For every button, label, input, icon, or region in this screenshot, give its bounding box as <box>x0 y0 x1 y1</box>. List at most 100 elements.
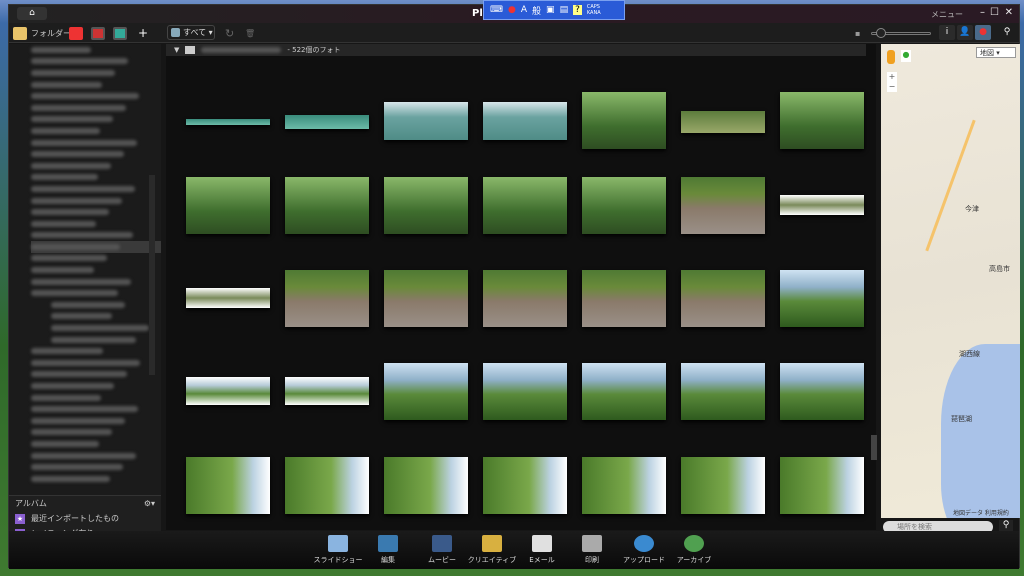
email-button[interactable]: Eメール <box>517 535 567 565</box>
photo-thumbnail[interactable] <box>285 115 369 129</box>
folder-item[interactable] <box>31 102 161 114</box>
photo-thumbnail[interactable] <box>285 377 369 405</box>
photo-thumbnail[interactable] <box>384 102 468 140</box>
minimize-button[interactable]: – <box>980 7 985 18</box>
folder-item[interactable] <box>31 67 161 79</box>
folder-item[interactable] <box>31 241 161 253</box>
photo-thumbnail[interactable] <box>285 270 369 327</box>
folder-item[interactable] <box>31 137 161 149</box>
photo-thumbnail[interactable] <box>285 177 369 234</box>
folder-item[interactable] <box>31 172 161 184</box>
folder-item[interactable] <box>31 195 161 207</box>
photo-thumbnail[interactable] <box>483 102 567 140</box>
ime-toolbar[interactable]: ⌨ ● A 般 ▣ ▤? CAPS KANA <box>483 0 625 20</box>
trash-button[interactable]: 🗑 <box>245 25 255 41</box>
people-panel-button[interactable]: 👤 <box>957 25 973 40</box>
keyboard-icon[interactable]: ⌨ <box>490 5 503 15</box>
folder-item[interactable] <box>31 79 161 91</box>
photo-thumbnail[interactable] <box>780 363 864 420</box>
folder-item[interactable] <box>31 322 161 334</box>
folder-item[interactable] <box>31 427 161 439</box>
photo-thumbnail[interactable] <box>384 270 468 327</box>
zoom-in-button[interactable]: + <box>887 72 897 82</box>
photo-thumbnail[interactable] <box>186 288 270 308</box>
folder-item[interactable] <box>31 380 161 392</box>
folder-item[interactable] <box>31 311 161 323</box>
folder-item[interactable] <box>31 334 161 346</box>
input-mode[interactable]: A <box>521 5 527 15</box>
map-panel[interactable]: 地図 ▾ ● + − 高島市 琵琶湖 湖西線 今津 地図データ 利用規約 <box>881 44 1020 518</box>
folder-item[interactable] <box>31 218 161 230</box>
photo-thumbnail[interactable] <box>780 457 864 514</box>
home-button[interactable]: ⌂ <box>17 7 47 20</box>
folder-item[interactable] <box>31 160 161 172</box>
info-button[interactable]: i <box>939 25 955 40</box>
photo-thumbnail[interactable] <box>582 270 666 327</box>
folder-item[interactable] <box>31 450 161 462</box>
folder-item[interactable] <box>31 438 161 450</box>
folder-item[interactable] <box>31 264 161 276</box>
photo-thumbnail[interactable] <box>285 457 369 514</box>
places-panel-button[interactable]: ● <box>975 25 991 40</box>
creative-button[interactable]: クリエイティブ <box>467 535 517 565</box>
slideshow-button[interactable]: スライドショー <box>313 535 363 565</box>
folder-item[interactable] <box>31 56 161 68</box>
photo-thumbnail[interactable] <box>186 119 270 125</box>
folder-header[interactable]: ▼ - 522個のフォト <box>166 44 866 56</box>
map-pin-icon[interactable]: ● <box>901 50 911 62</box>
photo-thumbnail[interactable] <box>483 270 567 327</box>
search-button[interactable]: ⚲ <box>999 25 1015 40</box>
folder-item[interactable] <box>31 125 161 137</box>
tool-icon[interactable]: ▤ <box>560 5 569 15</box>
folder-item[interactable] <box>31 206 161 218</box>
refresh-button[interactable]: ↻ <box>225 25 234 41</box>
folder-item[interactable] <box>31 148 161 160</box>
folder-item[interactable] <box>31 403 161 415</box>
collapse-icon[interactable]: ▼ <box>174 46 179 54</box>
photo-thumbnail[interactable] <box>582 92 666 149</box>
folder-item[interactable] <box>31 276 161 288</box>
photo-thumbnail[interactable] <box>582 457 666 514</box>
settings-gear-icon[interactable]: ⚙▾ <box>144 499 155 508</box>
photo-thumbnail[interactable] <box>483 363 567 420</box>
upload-button[interactable]: アップロード <box>619 535 669 565</box>
slider-knob[interactable] <box>876 28 886 38</box>
photo-thumbnail[interactable] <box>582 363 666 420</box>
thumbnail-size-slider[interactable] <box>871 28 931 38</box>
pegman-icon[interactable] <box>887 50 895 64</box>
folder-item[interactable] <box>31 415 161 427</box>
movie-button[interactable]: ムービー <box>417 535 467 565</box>
folder-item[interactable] <box>31 287 161 299</box>
album-item[interactable]: ★ 最近インポートしたもの <box>9 511 161 526</box>
folder-item[interactable] <box>31 357 161 369</box>
grid-scrollbar[interactable] <box>871 435 877 460</box>
map-attribution[interactable]: 地図データ 利用規約 <box>953 508 1009 517</box>
photo-thumbnail[interactable] <box>186 457 270 514</box>
folder-item[interactable] <box>31 369 161 381</box>
photo-thumbnail[interactable] <box>483 457 567 514</box>
photo-thumbnail[interactable] <box>681 363 765 420</box>
maximize-button[interactable]: ☐ <box>990 7 999 18</box>
edit-button[interactable]: 編集 <box>363 535 413 565</box>
menu-button[interactable]: メニュー <box>931 9 963 20</box>
tab-calendar[interactable] <box>69 25 83 41</box>
folder-item[interactable] <box>31 461 161 473</box>
photo-thumbnail[interactable] <box>780 195 864 215</box>
tab-places[interactable] <box>91 25 105 41</box>
archive-button[interactable]: アーカイブ <box>669 535 719 565</box>
tab-people[interactable] <box>113 25 127 41</box>
folder-item[interactable] <box>31 44 161 56</box>
help-icon[interactable]: ? <box>573 5 582 15</box>
print-button[interactable]: 印刷 <box>567 535 617 565</box>
folder-item[interactable] <box>31 230 161 242</box>
dictionary-icon[interactable]: ▣ <box>546 5 555 15</box>
tab-folder[interactable]: フォルダー <box>13 25 71 41</box>
folder-item[interactable] <box>31 473 161 485</box>
photo-thumbnail[interactable] <box>186 377 270 405</box>
folder-item[interactable] <box>31 253 161 265</box>
photo-thumbnail[interactable] <box>384 363 468 420</box>
folder-item[interactable] <box>31 345 161 357</box>
add-tab-button[interactable]: + <box>138 25 148 41</box>
photo-thumbnail[interactable] <box>384 457 468 514</box>
map-type-select[interactable]: 地図 ▾ <box>976 47 1016 58</box>
